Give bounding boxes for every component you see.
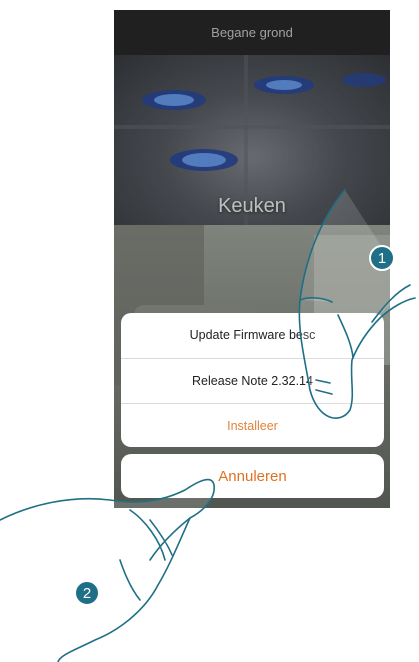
action-sheet: Update Firmware besc Release Note 2.32.1…: [121, 313, 384, 447]
release-note-link[interactable]: Release Note 2.32.14: [121, 358, 384, 403]
step-2-badge: 2: [74, 580, 100, 606]
install-button[interactable]: Installeer: [121, 403, 384, 447]
step-1-badge: 1: [369, 245, 395, 271]
cancel-button[interactable]: Annuleren: [121, 454, 384, 498]
action-sheet-title: Update Firmware besc: [189, 328, 316, 342]
